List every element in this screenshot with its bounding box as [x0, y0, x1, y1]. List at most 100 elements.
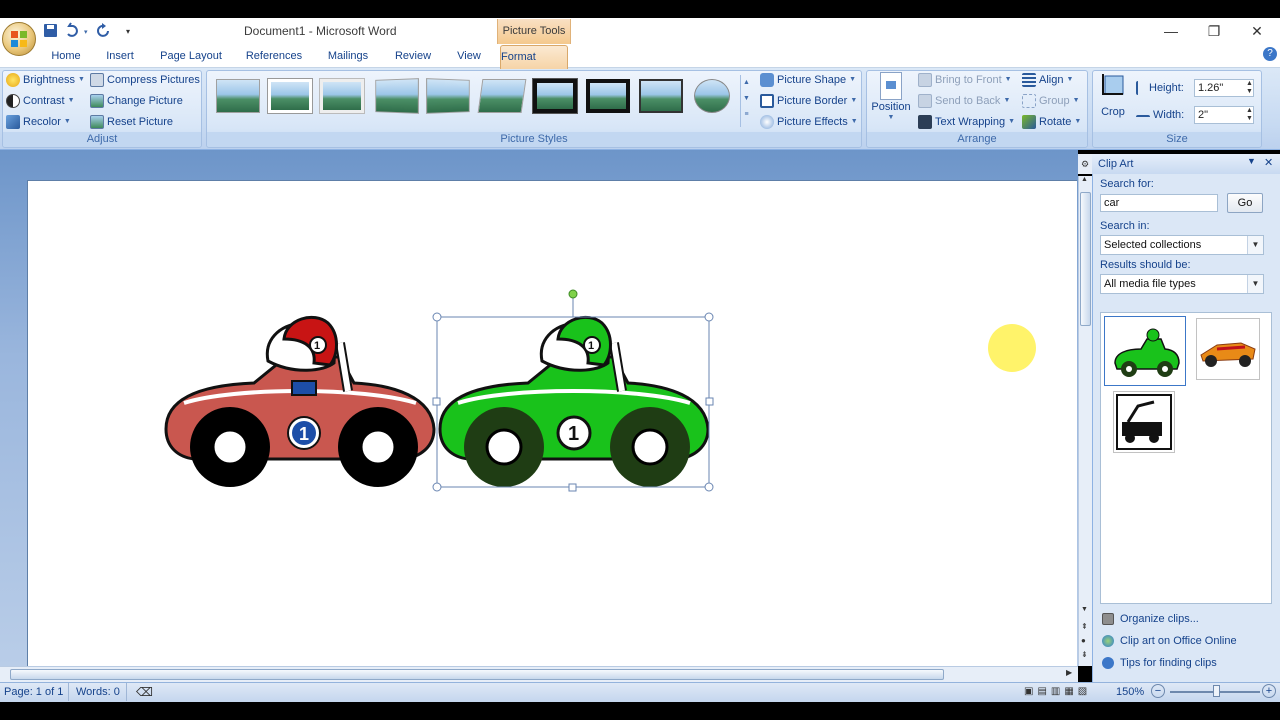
search-input[interactable]: car [1100, 194, 1218, 212]
picture-style-thumb[interactable] [216, 79, 260, 113]
width-spinner-icon[interactable]: ▲ ▼ [1246, 107, 1253, 123]
word-count[interactable]: Words: 0 [76, 686, 120, 698]
undo-icon[interactable] [67, 22, 78, 37]
resize-handle[interactable] [432, 482, 442, 492]
reset-picture-button[interactable]: Reset Picture [90, 113, 173, 131]
zoom-out-icon[interactable]: − [1151, 684, 1165, 698]
document-page[interactable]: 1 1 1 1 [27, 180, 1077, 670]
green-race-car[interactable]: 1 1 [438, 315, 710, 487]
page-count[interactable]: Page: 1 of 1 [4, 686, 63, 698]
scroll-down-icon[interactable]: ▼ [1081, 606, 1088, 613]
view-ruler-icon[interactable]: ⚙ [1078, 154, 1092, 174]
horizontal-scrollbar[interactable]: ▶ [0, 666, 1078, 682]
resize-handle[interactable] [704, 312, 714, 322]
pane-options-icon[interactable]: ▼ [1247, 156, 1256, 166]
picture-border-button[interactable]: Picture Border ▼ [760, 92, 857, 110]
picture-style-thumb[interactable] [586, 79, 630, 113]
picture-style-thumb[interactable] [477, 79, 527, 113]
tab-mailings[interactable]: Mailings [322, 46, 374, 66]
browse-object-icon[interactable]: ⇞ ● ⇟ [1081, 620, 1088, 662]
contrast-button[interactable]: Contrast ▼ [6, 92, 75, 110]
brightness-button[interactable]: Brightness ▼ [6, 71, 85, 89]
recolor-button[interactable]: Recolor ▼ [6, 113, 71, 131]
save-icon[interactable] [44, 24, 57, 37]
view-buttons[interactable]: ▣▤▥▦▧ [1024, 686, 1091, 697]
rotate-button[interactable]: Rotate ▼ [1022, 113, 1081, 131]
tab-references[interactable]: References [242, 46, 306, 66]
clip-result-tow-truck[interactable] [1113, 391, 1175, 453]
chevron-down-icon: ▼ [67, 97, 75, 104]
clip-art-online-link[interactable]: Clip art on Office Online [1102, 635, 1237, 647]
tab-insert[interactable]: Insert [100, 46, 140, 66]
text-wrapping-button[interactable]: Text Wrapping ▼ [918, 113, 1015, 131]
change-picture-button[interactable]: Change Picture [90, 92, 183, 110]
picture-style-thumb[interactable] [375, 78, 419, 114]
undo-dropdown-icon[interactable]: ▾ [84, 29, 88, 36]
send-to-back-button[interactable]: Send to Back ▼ [918, 92, 1010, 110]
scroll-up-icon[interactable]: ▲ [1081, 176, 1088, 183]
clip-result-green-car[interactable] [1104, 316, 1186, 386]
width-control: Width: [1136, 106, 1184, 124]
picture-style-thumb[interactable] [426, 78, 470, 114]
resize-handle[interactable] [705, 397, 714, 406]
search-in-select[interactable]: Selected collections ▼ [1100, 235, 1264, 255]
horizontal-scroll-thumb[interactable] [10, 669, 944, 680]
proofing-icon[interactable]: ⌫ [136, 685, 153, 699]
red-race-car[interactable]: 1 1 [164, 315, 436, 487]
crop-button[interactable]: Crop [1096, 72, 1130, 122]
picture-style-thumb[interactable] [532, 78, 578, 114]
tab-view[interactable]: View [452, 46, 486, 66]
restore-button[interactable]: ❐ [1200, 22, 1228, 40]
resize-handle[interactable] [432, 312, 442, 322]
picture-shape-icon [760, 73, 774, 87]
redo-icon[interactable] [97, 23, 109, 37]
search-in-label: Search in: [1100, 220, 1150, 232]
rotation-handle[interactable] [568, 289, 578, 299]
change-picture-icon [90, 94, 104, 108]
chevron-down-icon: ▼ [1008, 118, 1016, 125]
zoom-level[interactable]: 150% [1116, 686, 1144, 698]
picture-style-thumb[interactable] [267, 78, 313, 114]
picture-style-thumb[interactable] [319, 78, 365, 114]
chevron-down-icon: ▼ [1066, 76, 1074, 83]
align-button[interactable]: Align ▼ [1022, 71, 1073, 89]
tab-home[interactable]: Home [46, 46, 86, 66]
compress-pictures-button[interactable]: Compress Pictures [90, 71, 200, 89]
help-icon[interactable]: ? [1263, 47, 1277, 61]
tab-page-layout[interactable]: Page Layout [158, 46, 224, 66]
bring-to-front-button[interactable]: Bring to Front ▼ [918, 71, 1012, 89]
clip-result-formula-car[interactable] [1196, 318, 1260, 380]
bottom-letterbox [0, 702, 1280, 720]
organize-clips-link[interactable]: Organize clips... [1102, 613, 1199, 625]
svg-text:1: 1 [588, 340, 594, 352]
height-input[interactable]: 1.26" [1194, 79, 1254, 97]
minimize-button[interactable]: — [1157, 22, 1185, 40]
results-type-select[interactable]: All media file types ▼ [1100, 274, 1264, 294]
zoom-in-icon[interactable]: + [1262, 684, 1276, 698]
office-button[interactable] [2, 22, 36, 56]
go-button[interactable]: Go [1227, 193, 1263, 213]
picture-style-thumb[interactable] [694, 79, 730, 113]
width-input[interactable]: 2" [1194, 106, 1254, 124]
vertical-scrollbar[interactable]: ▲ ▼ ⇞ ● ⇟ [1078, 176, 1092, 666]
customize-qat-icon[interactable]: ▾ [126, 27, 130, 36]
tab-review[interactable]: Review [390, 46, 436, 66]
resize-handle[interactable] [568, 483, 577, 492]
group-button[interactable]: Group ▼ [1022, 92, 1080, 110]
vertical-scroll-thumb[interactable] [1080, 192, 1091, 326]
picture-style-thumb[interactable] [639, 79, 683, 113]
position-button[interactable]: Position ▼ [870, 72, 912, 128]
close-button[interactable]: ✕ [1243, 22, 1271, 40]
scroll-right-icon[interactable]: ▶ [1066, 668, 1072, 677]
picture-effects-button[interactable]: Picture Effects ▼ [760, 113, 858, 131]
resize-handle[interactable] [704, 482, 714, 492]
pane-close-icon[interactable]: ✕ [1264, 156, 1273, 169]
tab-format[interactable]: Format [500, 45, 568, 69]
styles-gallery-scroll[interactable]: ▲ ▼ ≡ [740, 75, 752, 127]
adjust-group-label: Adjust [3, 132, 201, 146]
resize-handle[interactable] [432, 397, 441, 406]
height-spinner-icon[interactable]: ▲ ▼ [1246, 80, 1253, 96]
zoom-slider-thumb[interactable] [1213, 685, 1220, 697]
picture-shape-button[interactable]: Picture Shape ▼ [760, 71, 856, 89]
tips-finding-clips-link[interactable]: Tips for finding clips [1102, 657, 1217, 669]
